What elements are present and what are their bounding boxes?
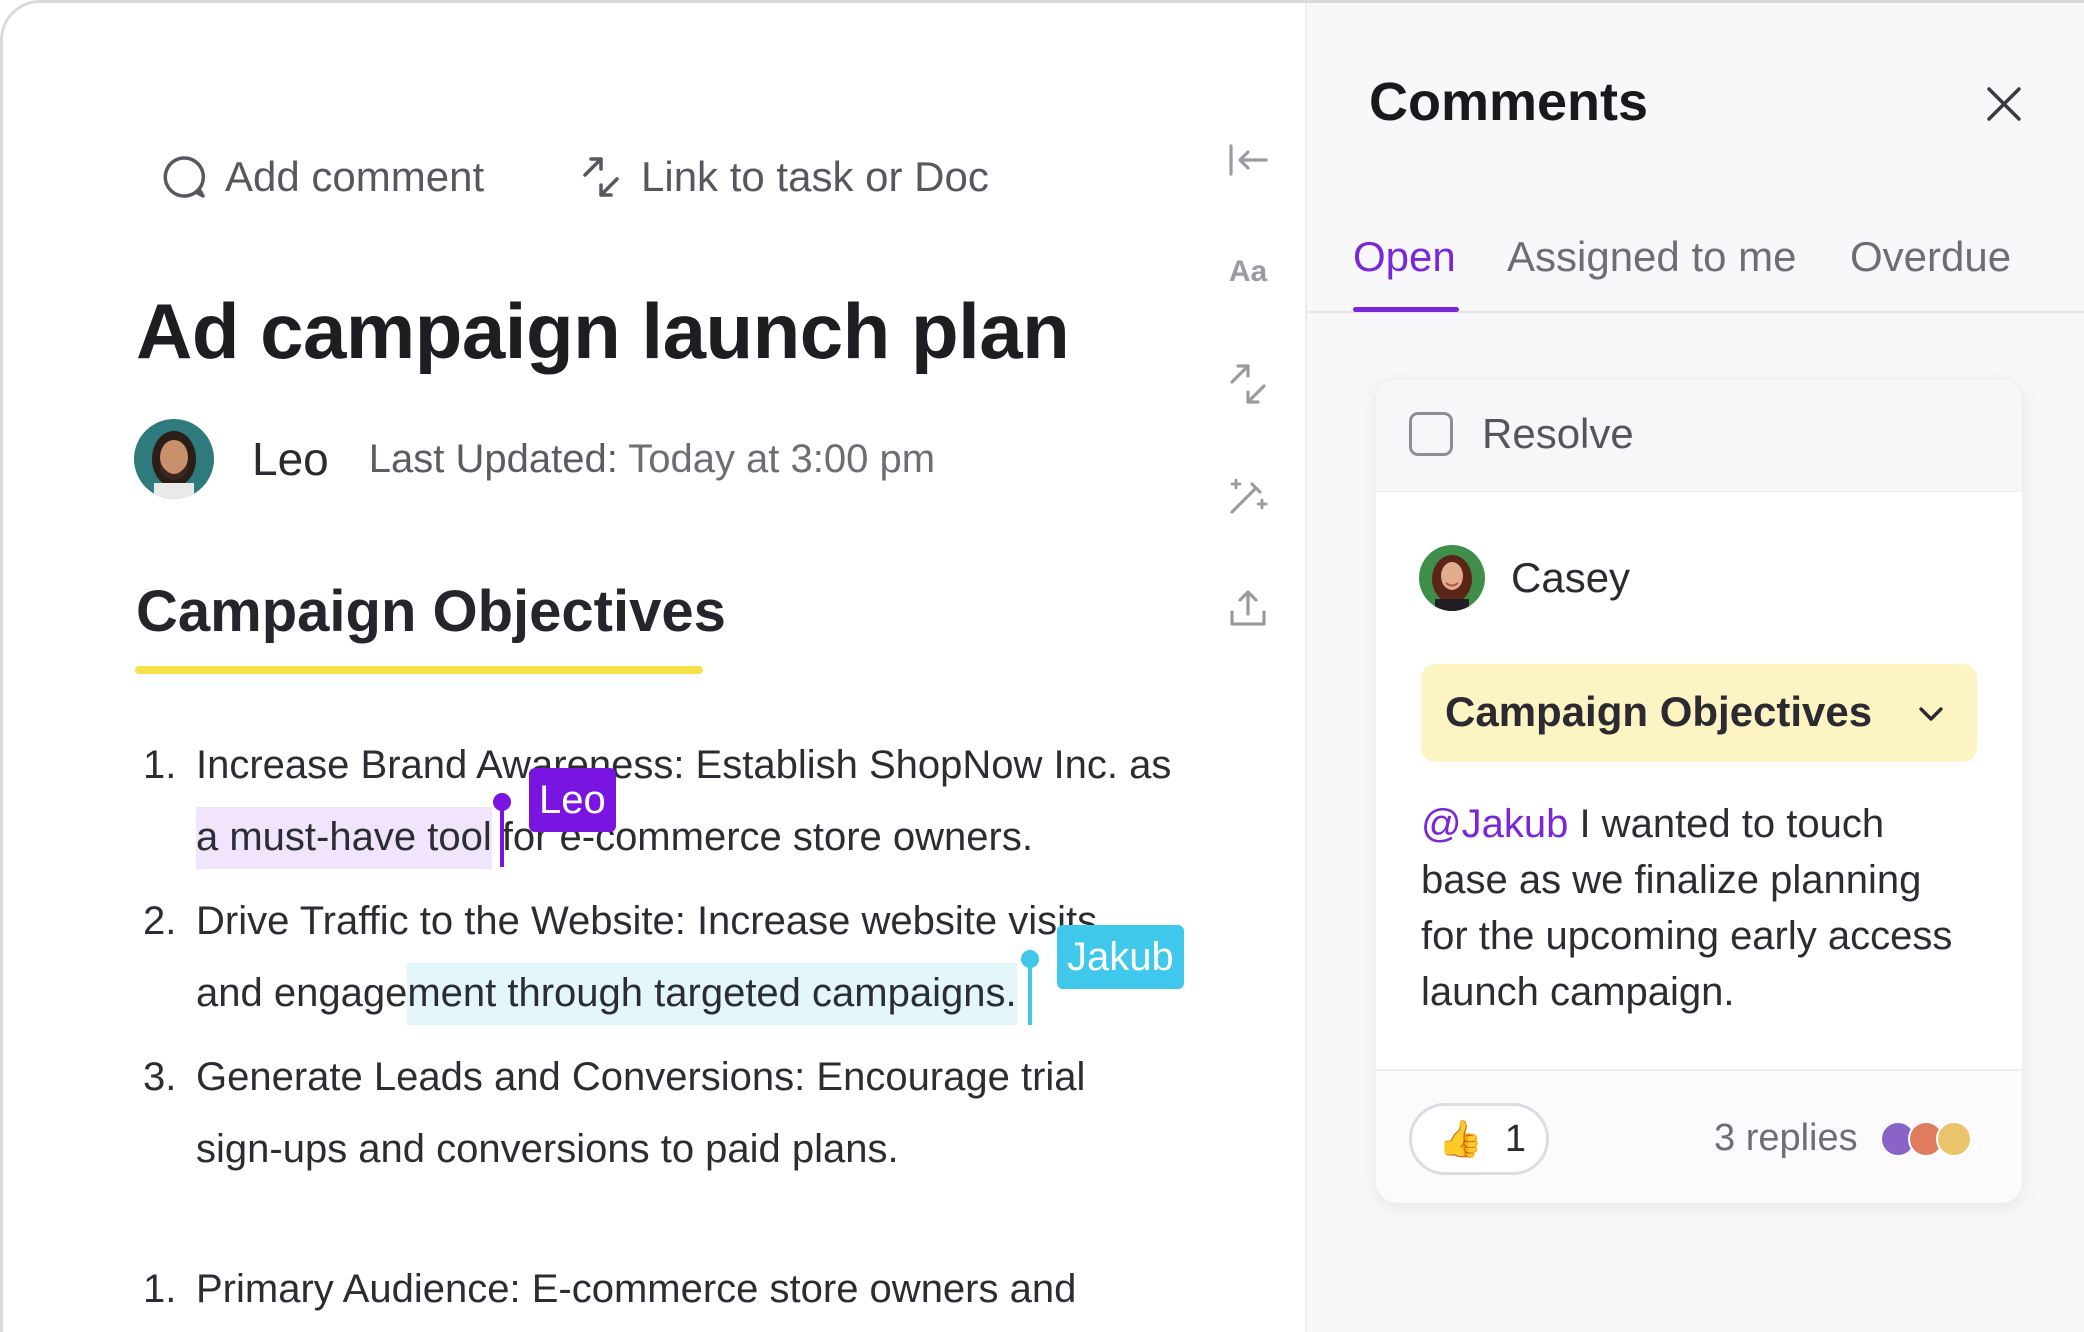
comment-text: for the upcoming early access bbox=[1421, 914, 1953, 958]
list-item-text: and engage bbox=[196, 971, 408, 1015]
resolve-label: Resolve bbox=[1482, 410, 1634, 457]
comment-text: I wanted to touch bbox=[1568, 802, 1885, 846]
app-window: Add comment Link to task or Doc Ad campa… bbox=[0, 0, 2084, 1332]
document-pane: Add comment Link to task or Doc Ad campa… bbox=[3, 3, 1305, 1332]
author-row: Leo Last Updated: Today at 3:00 pm bbox=[134, 418, 935, 500]
section-heading: Campaign Objectives bbox=[136, 579, 726, 644]
comment-text: base as we finalize planning bbox=[1421, 858, 1922, 902]
author-name: Leo bbox=[252, 433, 329, 485]
tab-overdue[interactable]: Overdue bbox=[1850, 233, 2011, 281]
list-number: 1. bbox=[143, 1267, 177, 1311]
list-item-text: Increase Brand Awareness: Establish Shop… bbox=[196, 743, 1172, 787]
commenter-name: Casey bbox=[1511, 554, 1631, 601]
text-format-label: Aa bbox=[1228, 255, 1268, 288]
reaction-count: 1 bbox=[1504, 1117, 1526, 1160]
cursor-label-jakub: Jakub bbox=[1057, 925, 1184, 989]
comment-card-header: Resolve bbox=[1376, 379, 2022, 492]
link-task-label: Link to task or Doc bbox=[641, 153, 989, 200]
cursor-dot bbox=[493, 793, 511, 811]
magic-wand-icon[interactable] bbox=[1223, 471, 1273, 521]
cursor-dot bbox=[1021, 950, 1039, 968]
comment-card-footer: 👍 1 3 replies bbox=[1376, 1069, 2022, 1203]
thumbs-up-icon: 👍 bbox=[1438, 1118, 1483, 1159]
link-icon[interactable] bbox=[1223, 359, 1273, 409]
chevron-down-icon bbox=[1919, 707, 1943, 721]
last-updated: Last Updated: Today at 3:00 pm bbox=[369, 437, 935, 482]
comment-text: launch campaign. bbox=[1421, 970, 1735, 1014]
tab-open[interactable]: Open bbox=[1353, 233, 1456, 281]
comment-card: Resolve Casey Campaign Objectives @Jakub… bbox=[1375, 378, 2023, 1204]
link-task-button[interactable]: Link to task or Doc bbox=[579, 153, 989, 201]
collapse-icon[interactable] bbox=[1223, 135, 1273, 185]
referenced-section-chip[interactable]: Campaign Objectives bbox=[1421, 664, 1977, 762]
panel-title: Comments bbox=[1369, 72, 1649, 132]
list-number: 2. bbox=[143, 899, 177, 943]
referenced-section-label: Campaign Objectives bbox=[1445, 688, 1873, 735]
mention-link[interactable]: @Jakub bbox=[1421, 802, 1568, 846]
export-icon[interactable] bbox=[1223, 583, 1273, 633]
highlighted-text: ment through targeted campaigns. bbox=[407, 963, 1017, 1025]
add-comment-button[interactable]: Add comment bbox=[161, 153, 484, 201]
comment-bubble-icon bbox=[163, 156, 206, 198]
last-updated-label: Last Updated: bbox=[368, 436, 618, 481]
commenter: Casey bbox=[1419, 545, 1630, 611]
list-number: 3. bbox=[143, 1055, 177, 1099]
text-format-icon[interactable]: Aa bbox=[1223, 247, 1273, 297]
heading-highlight-underline bbox=[135, 666, 703, 674]
list-item-continuation: sign-ups and conversions to paid plans. bbox=[196, 1127, 899, 1171]
cursor-label-leo: Leo bbox=[529, 768, 616, 832]
replies-link[interactable]: 3 replies bbox=[1714, 1117, 1858, 1160]
list-item-continuation: and engagement through targeted campaign… bbox=[196, 963, 1017, 1025]
list-item-text: Drive Traffic to the Website: Increase w… bbox=[196, 899, 1098, 943]
last-updated-value: Today at 3:00 pm bbox=[628, 436, 936, 481]
tab-assigned-to-me[interactable]: Assigned to me bbox=[1507, 233, 1797, 281]
thumbs-up-reaction-button[interactable]: 👍 1 bbox=[1409, 1103, 1549, 1175]
comment-tabs: Open Assigned to me Overdue bbox=[1307, 233, 2084, 313]
list-item-text: Generate Leads and Conversions: Encourag… bbox=[196, 1055, 1086, 1099]
resolve-checkbox[interactable] bbox=[1409, 412, 1453, 456]
avatar bbox=[1419, 545, 1485, 611]
comment-body: @Jakub I wanted to touch base as we fina… bbox=[1421, 796, 1991, 1020]
link-arrows-icon bbox=[583, 157, 619, 197]
highlighted-text: a must-have tool bbox=[196, 807, 492, 869]
collaborator-cursor-jakub bbox=[1028, 959, 1032, 1025]
add-comment-label: Add comment bbox=[225, 153, 485, 200]
close-icon[interactable] bbox=[1979, 79, 2029, 129]
comments-panel: Comments Open Assigned to me Overdue Res… bbox=[1305, 3, 2084, 1332]
page-title: Ad campaign launch plan bbox=[136, 287, 1070, 375]
reply-avatars bbox=[1880, 1121, 1972, 1157]
avatar bbox=[1936, 1121, 1972, 1157]
active-tab-indicator bbox=[1353, 307, 1459, 312]
avatar bbox=[134, 419, 214, 499]
list-number: 1. bbox=[143, 743, 177, 787]
list-item-text: Primary Audience: E-commerce store owner… bbox=[196, 1267, 1077, 1311]
